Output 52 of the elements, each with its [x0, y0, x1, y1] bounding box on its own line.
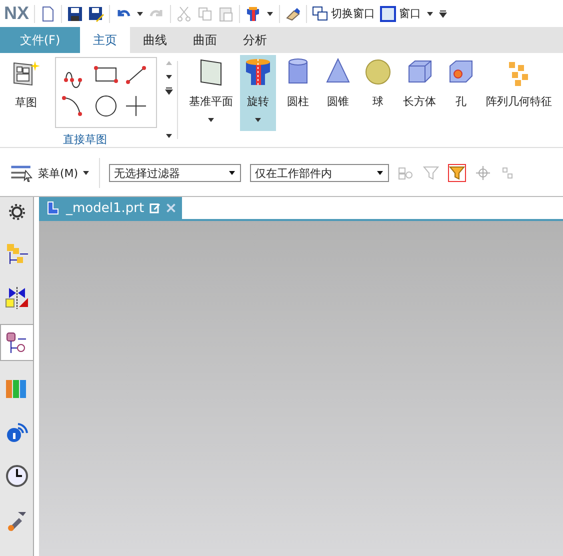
ribbon-tab[interactable]: 曲面 — [180, 27, 230, 53]
feature-button[interactable]: 阵列几何特征 — [483, 55, 555, 131]
caret-icon[interactable] — [165, 132, 173, 140]
caret-icon[interactable] — [266, 10, 274, 18]
switch-window-button[interactable]: 切换窗口 — [312, 6, 376, 22]
revolve-icon — [243, 57, 273, 87]
group-label: 直接草图 — [63, 132, 107, 147]
window-icon — [380, 6, 396, 22]
ribbon-tab[interactable]: 分析 — [230, 27, 280, 53]
scope-dropdown[interactable]: 仅在工作部件内 — [250, 164, 390, 182]
clock-icon — [4, 464, 28, 488]
window-button[interactable]: 窗口 — [380, 6, 422, 22]
menu-button[interactable]: 菜单(M) — [10, 163, 90, 183]
settings-icon[interactable] — [8, 204, 24, 220]
funnel-icon[interactable] — [448, 164, 466, 182]
new-file-icon[interactable] — [40, 6, 56, 22]
edit-icon[interactable] — [149, 202, 162, 214]
selection-filter-dropdown[interactable]: 无选择过滤器 — [109, 164, 242, 182]
caret-icon — [376, 169, 384, 177]
part-icon — [45, 200, 61, 216]
feature-button[interactable]: 圆柱 — [280, 55, 316, 131]
caret-icon — [228, 169, 236, 177]
sphere-icon — [363, 57, 393, 87]
menu-icon — [10, 163, 34, 183]
constraint-icon — [4, 286, 28, 310]
revolve-icon[interactable] — [245, 6, 262, 22]
feature-button[interactable]: 旋转 — [240, 55, 276, 131]
scroll-down-icon[interactable] — [165, 73, 173, 81]
app-logo: NX — [4, 3, 30, 24]
part-tree-icon — [5, 330, 29, 354]
feature-button[interactable]: 球 — [360, 55, 396, 131]
ribbon-tab[interactable]: 主页 — [80, 27, 130, 53]
part-navigator-tab[interactable] — [0, 324, 33, 361]
ribbon-tab[interactable]: 曲线 — [130, 27, 180, 53]
feature-button[interactable]: 长方体 — [400, 55, 439, 131]
caret-icon[interactable] — [254, 116, 262, 124]
caret-icon[interactable] — [426, 10, 434, 18]
caret-icon[interactable] — [207, 116, 215, 124]
windows-icon — [312, 6, 328, 22]
assembly-tree-icon — [4, 242, 28, 266]
feature-button[interactable]: 孔 — [443, 55, 479, 131]
sketch-curve-gallery[interactable] — [55, 57, 157, 128]
feature-button[interactable]: 圆锥 — [320, 55, 356, 131]
caret-icon — [82, 169, 90, 177]
feature-button[interactable]: 基准平面 — [186, 55, 236, 131]
save-icon[interactable] — [67, 6, 84, 22]
caret-icon[interactable] — [136, 10, 144, 18]
sketch-button[interactable]: 草图 — [5, 57, 47, 128]
customize-icon[interactable] — [439, 10, 448, 18]
expand-gallery-icon[interactable] — [165, 87, 173, 95]
eraser-icon[interactable] — [285, 6, 302, 22]
save-as-icon[interactable] — [88, 6, 104, 22]
